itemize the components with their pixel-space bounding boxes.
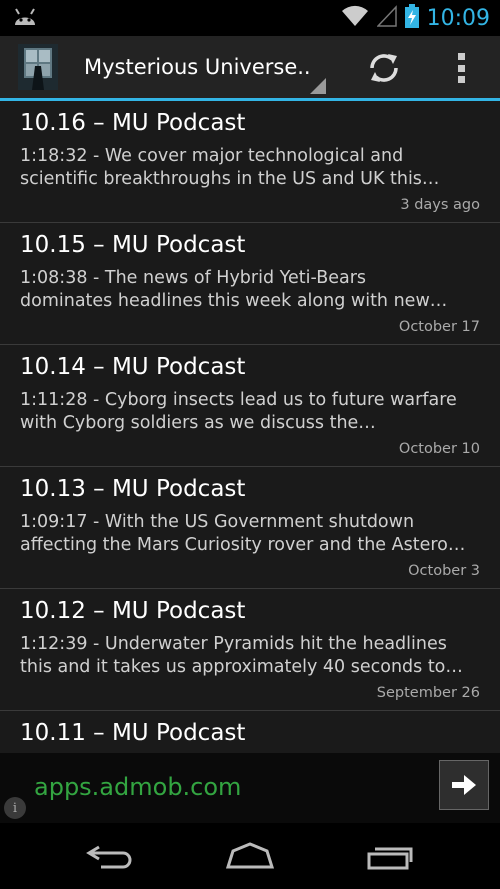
list-item[interactable]: 10.11 – MU Podcast (0, 711, 500, 753)
ad-banner[interactable]: apps.admob.com (0, 753, 500, 823)
home-icon (225, 842, 275, 869)
episode-description: 1:09:17 - With the US Government shutdow… (20, 512, 466, 555)
episode-description: 1:12:39 - Underwater Pyramids hit the he… (20, 634, 463, 677)
recents-button[interactable] (360, 833, 420, 879)
list-item[interactable]: 10.15 – MU Podcast 1:08:38 - The news of… (0, 223, 500, 345)
list-item[interactable]: 10.13 – MU Podcast 1:09:17 - With the US… (0, 467, 500, 589)
episode-title: 10.15 – MU Podcast (20, 232, 246, 258)
ad-open-button[interactable] (439, 760, 489, 810)
back-button[interactable] (80, 833, 140, 879)
refresh-icon (370, 54, 398, 82)
episode-description: 1:08:38 - The news of Hybrid Yeti-Bears … (20, 268, 448, 311)
list-item[interactable]: 10.16 – MU Podcast 1:18:32 - We cover ma… (0, 101, 500, 223)
episode-date: September 26 (376, 685, 480, 701)
recents-icon (367, 847, 413, 870)
episode-date: October 10 (398, 441, 480, 457)
episode-date: 3 days ago (400, 197, 480, 213)
wifi-icon (341, 5, 369, 31)
android-icon (12, 7, 38, 31)
episode-description: 1:11:28 - Cyborg insects lead us to futu… (20, 390, 457, 433)
overflow-menu-button[interactable] (446, 48, 476, 88)
episode-list[interactable]: 10.16 – MU Podcast 1:18:32 - We cover ma… (0, 101, 500, 753)
spinner-arrow-icon[interactable] (310, 78, 326, 94)
episode-title: 10.11 – MU Podcast (20, 720, 246, 746)
episode-date: October 3 (408, 563, 480, 579)
app-thumbnail[interactable] (18, 44, 58, 90)
episode-title: 10.16 – MU Podcast (20, 110, 246, 136)
overflow-menu-icon (457, 53, 465, 60)
clock: 10:09 (426, 5, 490, 31)
app-title[interactable]: Mysterious Universe.. (84, 55, 311, 79)
home-button[interactable] (220, 833, 280, 879)
episode-description: 1:18:32 - We cover major technological a… (20, 146, 440, 189)
status-bar: 10:09 (0, 0, 500, 36)
refresh-button[interactable] (362, 46, 406, 90)
episode-date: October 17 (398, 319, 480, 335)
battery-charging-icon (404, 4, 419, 32)
episode-title: 10.14 – MU Podcast (20, 354, 246, 380)
back-icon (86, 845, 132, 869)
episode-title: 10.12 – MU Podcast (20, 598, 246, 624)
info-icon[interactable]: i (4, 797, 26, 819)
arrow-right-icon (452, 775, 476, 795)
episode-title: 10.13 – MU Podcast (20, 476, 246, 502)
ad-text[interactable]: apps.admob.com (34, 773, 241, 801)
signal-icon (375, 5, 397, 31)
list-item[interactable]: 10.12 – MU Podcast 1:12:39 - Underwater … (0, 589, 500, 711)
list-item[interactable]: 10.14 – MU Podcast 1:11:28 - Cyborg inse… (0, 345, 500, 467)
